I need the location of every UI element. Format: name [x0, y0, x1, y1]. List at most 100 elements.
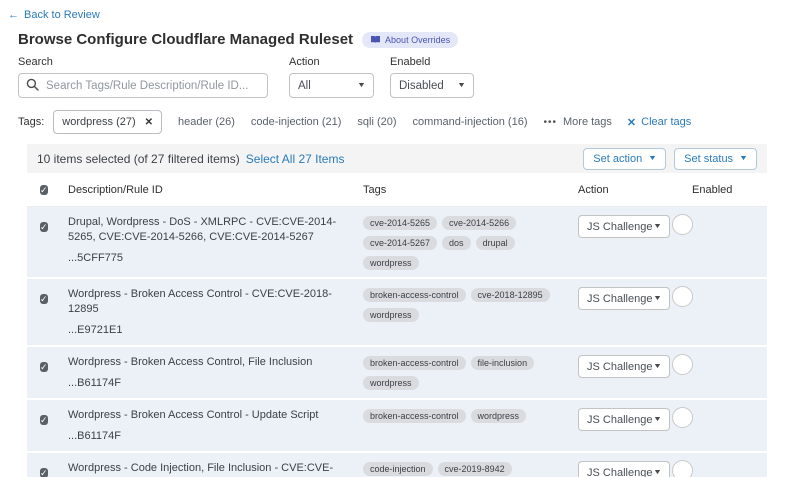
row-checkbox[interactable]: ✓ [40, 362, 48, 372]
select-all-checkbox[interactable]: ✓ [40, 185, 48, 195]
tag-pill: cve-2014-5265 [363, 216, 437, 230]
toggle-knob [672, 460, 693, 477]
rule-action-value: JS Challenge [587, 361, 652, 373]
rule-id: ...E9721E1 [68, 323, 349, 338]
tag-pill: wordpress [471, 409, 527, 423]
chevron-down-icon: ▼ [357, 82, 366, 89]
filters-row: Search Action All ▼ Enabeld Disabled ▼ [18, 56, 794, 98]
tag-pill: cve-2018-12895 [471, 288, 550, 302]
col-action: Action [578, 184, 692, 196]
rule-id: ...B61174F [68, 429, 349, 444]
selected-tag-label: wordpress (27) [62, 116, 135, 128]
tag-option[interactable]: header (26) [178, 116, 235, 128]
select-all-link[interactable]: Select All 27 Items [246, 152, 345, 166]
set-status-button[interactable]: Set status ▼ [674, 148, 757, 170]
about-overrides-label: About Overrides [385, 35, 450, 45]
rule-description: Wordpress - Broken Access Control - CVE:… [68, 288, 332, 315]
rule-tags: cve-2014-5265 cve-2014-5266 cve-2014-5267 d… [363, 215, 578, 270]
search-icon [26, 78, 39, 91]
rule-tags: broken-access-controlfile-inclusionwordp… [363, 355, 578, 390]
selected-tag-wordpress[interactable]: wordpress (27) ✕ [53, 110, 162, 134]
rules-table: ✓ Description/Rule ID Tags Action Enable… [27, 174, 767, 477]
set-action-label: Set action [593, 153, 642, 165]
enabled-label: Enabeld [390, 56, 474, 68]
tag-pill: wordpress [363, 256, 419, 270]
rule-description: Wordpress - Broken Access Control - Upda… [68, 409, 318, 421]
rule-id: ...B61174F [68, 376, 349, 391]
rule-action-value: JS Challenge [587, 414, 652, 426]
rule-action-select[interactable]: JS Challenge ▼ [578, 287, 670, 310]
enabled-filter: Enabeld Disabled ▼ [390, 56, 474, 98]
selection-summary: 10 items selected (of 27 filtered items) [37, 152, 240, 166]
rule-description-cell: Drupal, Wordpress - DoS - XMLRPC - CVE:C… [68, 215, 363, 266]
tag-pill: cve-2014-5267 [363, 236, 437, 250]
about-overrides-badge[interactable]: About Overrides [362, 32, 458, 48]
tags-row: Tags: wordpress (27) ✕ header (26) code-i… [18, 110, 794, 134]
enabled-select[interactable]: Disabled ▼ [390, 73, 474, 98]
table-row: ✓ Wordpress - Broken Access Control - Up… [27, 400, 767, 451]
rule-description: Drupal, Wordpress - DoS - XMLRPC - CVE:C… [68, 216, 336, 243]
table-row: ✓ Wordpress - Code Injection, File Inclu… [27, 453, 767, 477]
rule-tags: broken-access-controlwordpress [363, 408, 578, 423]
table-row: ✓ Wordpress - Broken Access Control - CV… [27, 279, 767, 345]
back-arrow-icon: ← [8, 9, 19, 21]
rule-action-select[interactable]: JS Challenge ▼ [578, 215, 670, 238]
search-input[interactable] [18, 73, 268, 98]
chevron-down-icon: ▼ [653, 295, 662, 302]
search-filter: Search [18, 56, 268, 98]
rule-action-select[interactable]: JS Challenge ▼ [578, 461, 670, 477]
clear-tags-icon: ✕ [627, 116, 636, 129]
tag-pill: cve-2019-8942 [438, 462, 512, 476]
row-checkbox[interactable]: ✓ [40, 468, 48, 477]
toggle-knob [672, 286, 693, 307]
table-body: ✓ Drupal, Wordpress - DoS - XMLRPC - CVE… [27, 207, 767, 477]
remove-tag-icon[interactable]: ✕ [145, 117, 153, 128]
table-row: ✓ Wordpress - Broken Access Control, Fil… [27, 347, 767, 398]
clear-tags-button[interactable]: ✕ Clear tags [627, 116, 691, 129]
search-label: Search [18, 56, 268, 68]
rule-action-select[interactable]: JS Challenge ▼ [578, 355, 670, 378]
tags-label: Tags: [18, 116, 44, 128]
tag-pill: wordpress [363, 376, 419, 390]
row-checkbox[interactable]: ✓ [40, 222, 48, 232]
rule-tags: broken-access-controlcve-2018-12895wordp… [363, 287, 578, 322]
rule-id: ...5CFF775 [68, 251, 349, 266]
page-title: Browse Configure Cloudflare Managed Rule… [18, 31, 353, 48]
rule-description-cell: Wordpress - Broken Access Control - CVE:… [68, 287, 363, 338]
rule-action-value: JS Challenge [587, 221, 652, 233]
tag-pill: code-injection [363, 462, 433, 476]
tag-pill: cve-2014-5266 [442, 216, 516, 230]
chevron-down-icon: ▼ [653, 469, 662, 476]
rule-description: Wordpress - Broken Access Control, File … [68, 356, 312, 368]
row-checkbox[interactable]: ✓ [40, 415, 48, 425]
more-tags-label: More tags [563, 116, 612, 128]
table-header: ✓ Description/Rule ID Tags Action Enable… [27, 174, 767, 207]
set-status-label: Set status [684, 153, 733, 165]
selection-bar: 10 items selected (of 27 filtered items)… [27, 144, 767, 173]
col-description: Description/Rule ID [68, 184, 363, 196]
table-row: ✓ Drupal, Wordpress - DoS - XMLRPC - CVE… [27, 207, 767, 277]
tag-pill: drupal [476, 236, 515, 250]
toggle-knob [672, 407, 693, 428]
rule-description-cell: Wordpress - Broken Access Control, File … [68, 355, 363, 391]
tag-pill: dos [442, 236, 471, 250]
chevron-down-icon: ▼ [653, 223, 662, 230]
action-select[interactable]: All ▼ [289, 73, 374, 98]
tag-option[interactable]: sqli (20) [357, 116, 396, 128]
tag-option[interactable]: code-injection (21) [251, 116, 342, 128]
book-icon [370, 35, 381, 44]
action-filter: Action All ▼ [289, 56, 374, 98]
title-row: Browse Configure Cloudflare Managed Rule… [18, 31, 794, 48]
rule-action-select[interactable]: JS Challenge ▼ [578, 408, 670, 431]
tag-pill: wordpress [363, 308, 419, 322]
tag-option[interactable]: command-injection (16) [413, 116, 528, 128]
chevron-down-icon: ▼ [457, 82, 466, 89]
row-checkbox[interactable]: ✓ [40, 294, 48, 304]
more-tags-button[interactable]: ••• More tags [543, 116, 611, 128]
set-action-button[interactable]: Set action ▼ [583, 148, 666, 170]
back-link[interactable]: ← Back to Review [8, 9, 100, 21]
chevron-down-icon: ▼ [739, 155, 748, 162]
tag-pill: broken-access-control [363, 356, 466, 370]
rule-action-value: JS Challenge [587, 293, 652, 305]
action-label: Action [289, 56, 374, 68]
